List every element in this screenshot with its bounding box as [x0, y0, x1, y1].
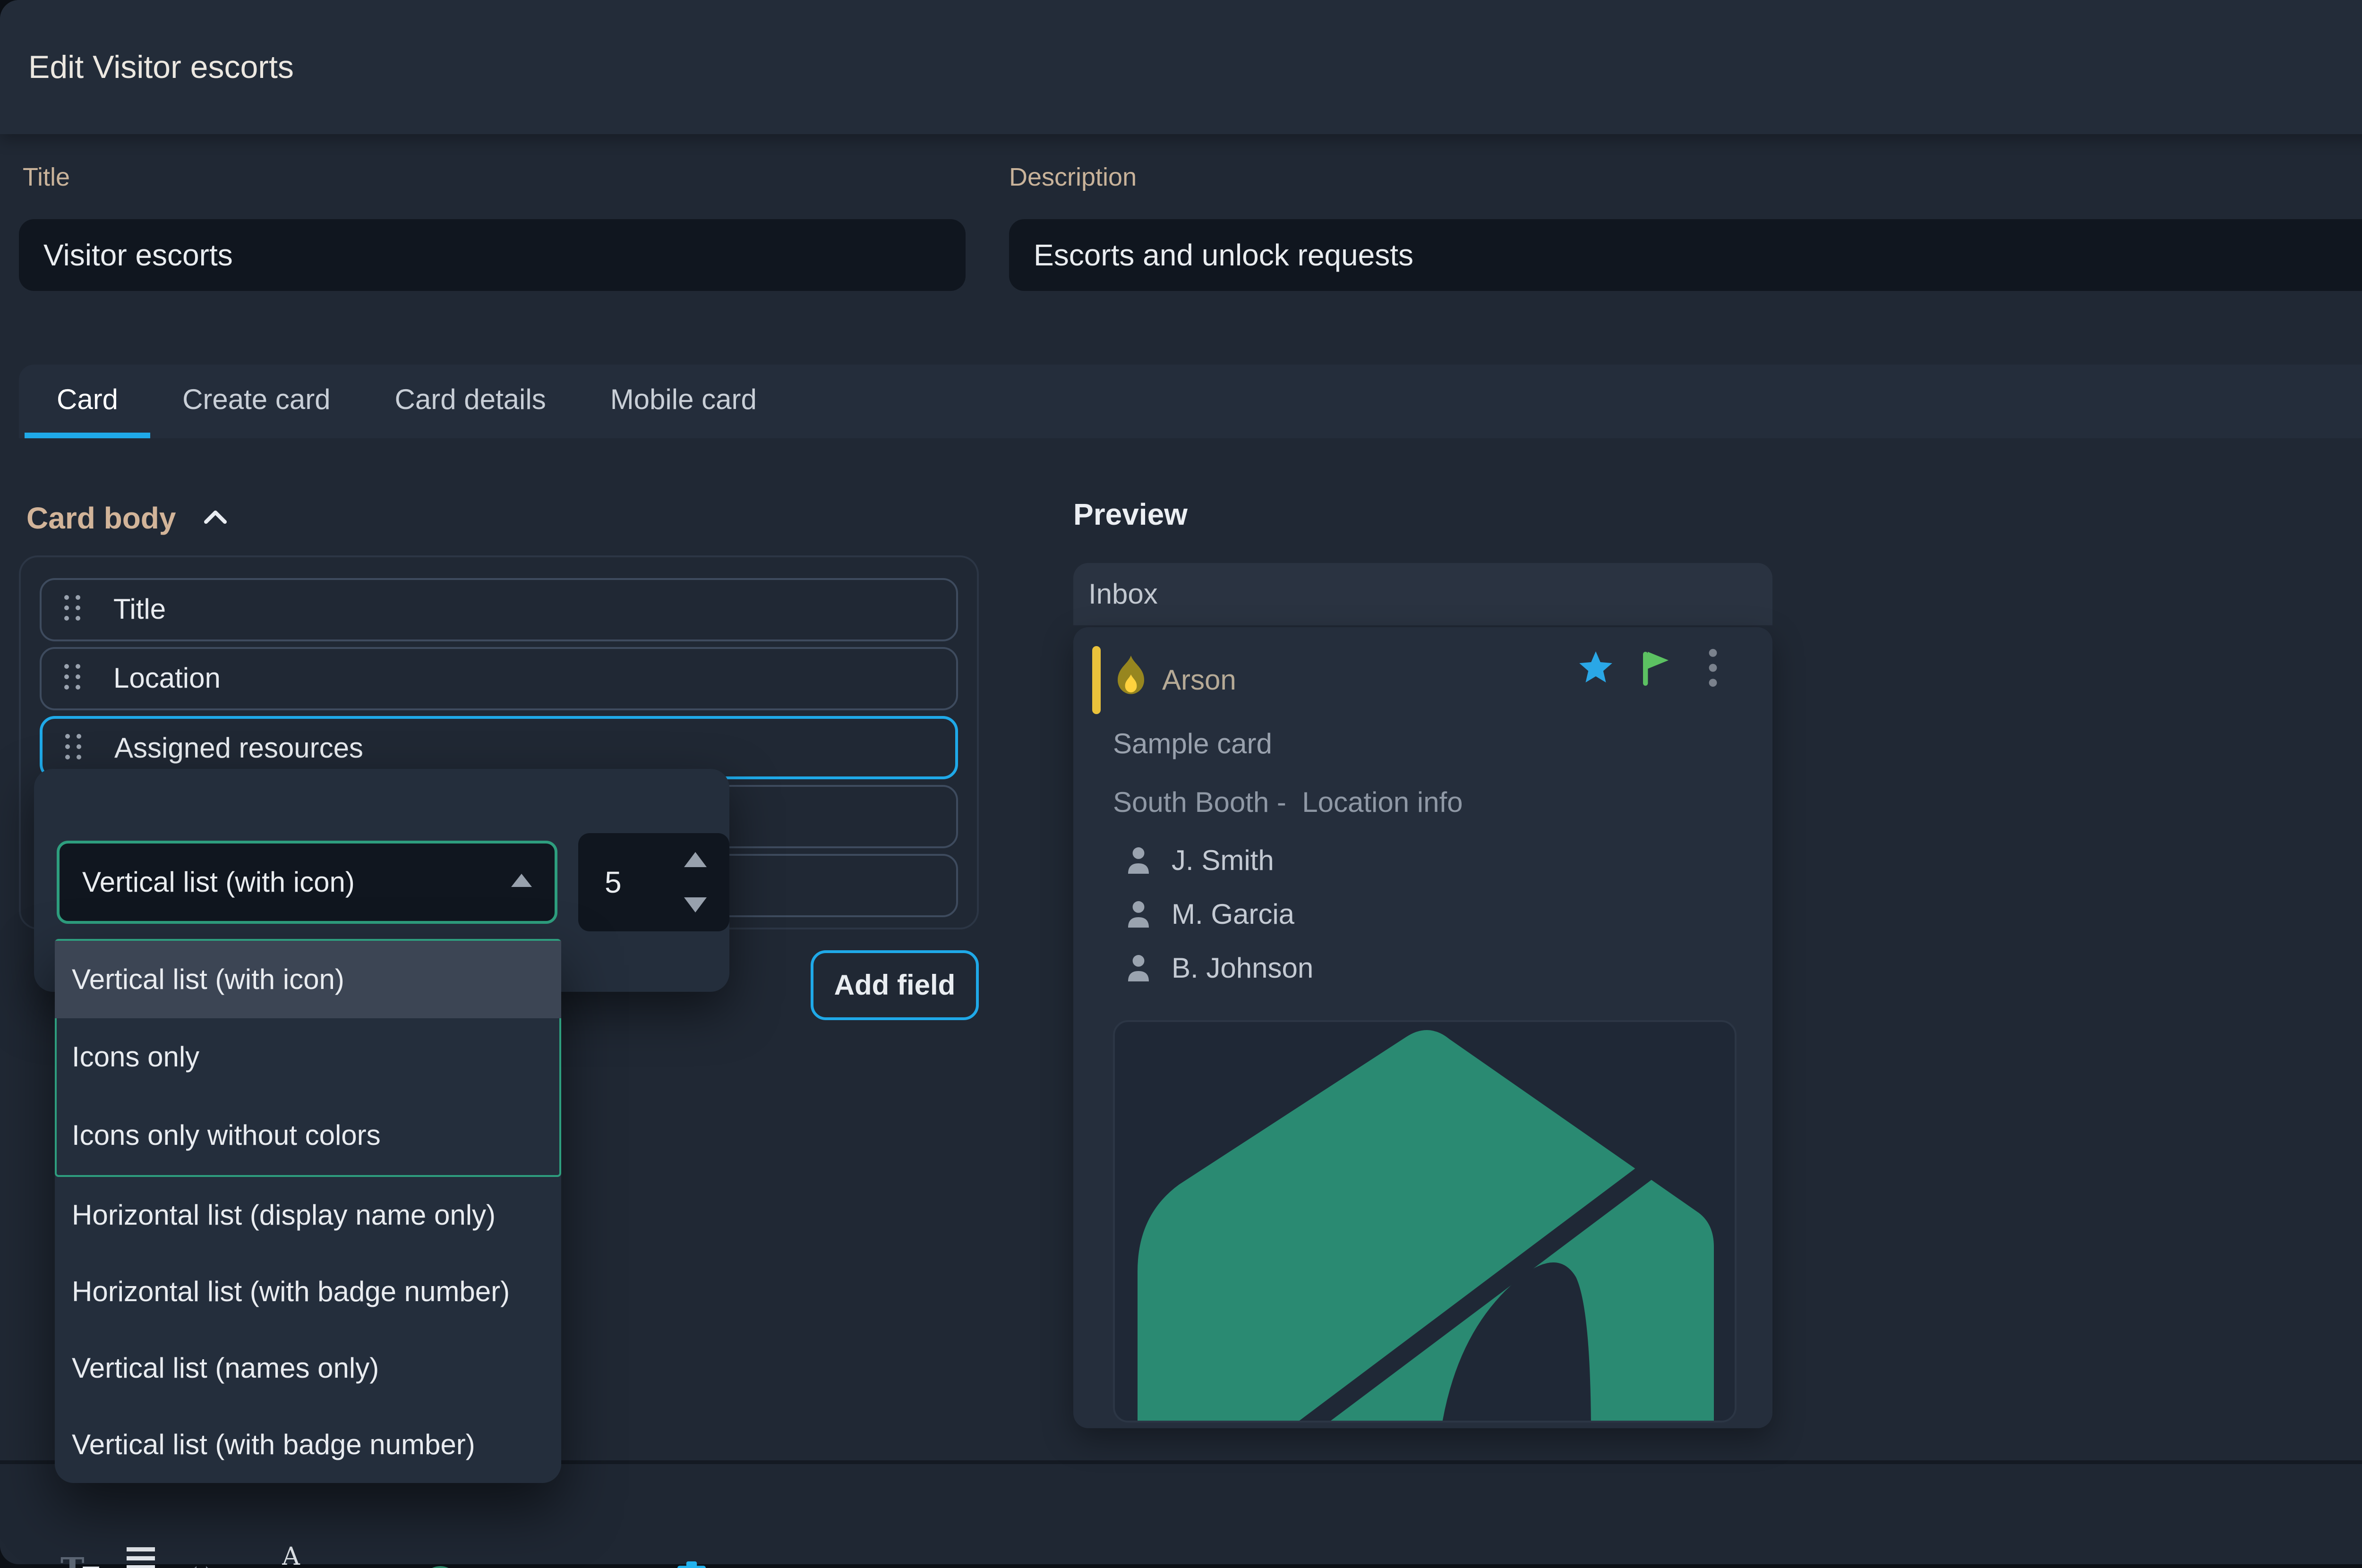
flag-icon[interactable] [1640, 650, 1670, 693]
trash-icon[interactable] [675, 1560, 709, 1568]
title-label: Title [23, 162, 70, 192]
modal-title: Edit Visitor escorts [28, 0, 294, 134]
assigned-person-row: M. Garcia [1126, 898, 1731, 932]
person-icon [1126, 954, 1151, 982]
display-mode-value: Vertical list (with icon) [82, 844, 355, 921]
preview-card-title: Sample card [1113, 727, 1272, 760]
tab-create-card[interactable]: Create card [150, 365, 362, 438]
field-row-location[interactable]: Location [40, 647, 958, 710]
person-name: J. Smith [1172, 844, 1274, 877]
kebab-menu-icon[interactable] [1708, 648, 1718, 695]
modal-header: Edit Visitor escorts ✕ [0, 0, 2362, 134]
option-horizontal-list-badge-number[interactable]: Horizontal list (with badge number) [55, 1253, 561, 1330]
option-icons-only-without-colors[interactable]: Icons only without colors [55, 1096, 561, 1175]
chevron-up-icon [203, 497, 228, 532]
line-spacing-icon[interactable] [127, 1547, 155, 1568]
option-vertical-list-badge-number[interactable]: Vertical list (with badge number) [55, 1406, 561, 1483]
person-icon [1126, 900, 1151, 929]
tab-card[interactable]: Card [25, 365, 150, 438]
category-color-bar [1092, 646, 1101, 714]
card-body-heading-label: Card body [26, 501, 176, 535]
card-body-heading[interactable]: Card body [26, 497, 228, 536]
option-vertical-list-names-only[interactable]: Vertical list (names only) [55, 1330, 561, 1406]
option-icons-only[interactable]: Icons only [55, 1018, 561, 1096]
font-size-icon[interactable]: TT [60, 1547, 99, 1568]
flame-icon [1113, 656, 1149, 708]
field-width-icon[interactable] [183, 1555, 219, 1568]
person-icon [1126, 846, 1151, 875]
assigned-person-row: J. Smith [1126, 844, 1731, 878]
option-vertical-list-with-icon[interactable]: Vertical list (with icon) [55, 941, 561, 1018]
count-stepper[interactable]: 5 [578, 833, 729, 931]
add-field-button[interactable]: Add field [811, 950, 979, 1020]
display-mode-dropdown: Vertical list (with icon) Icons only Ico… [55, 939, 561, 1483]
field-row-title[interactable]: Title [40, 578, 958, 641]
inbox-label: Inbox [1088, 563, 1158, 625]
tab-mobile-card[interactable]: Mobile card [578, 365, 789, 438]
display-mode-select[interactable]: Vertical list (with icon) [57, 841, 557, 924]
screen: Edit Visitor escorts ✕ Title Visitor esc… [0, 0, 2362, 1568]
description-input[interactable]: Escorts and unlock requests [1009, 219, 2362, 291]
stepper-down-icon[interactable] [684, 897, 707, 912]
person-name: M. Garcia [1172, 898, 1294, 930]
title-input[interactable]: Visitor escorts [19, 219, 966, 291]
drag-handle-icon[interactable] [65, 734, 82, 762]
count-badge: 3 [421, 1566, 459, 1568]
logo-mark-icon [1126, 1026, 1727, 1423]
category-label: Arson [1162, 646, 1236, 714]
drag-handle-icon[interactable] [64, 595, 81, 623]
stepper-up-icon[interactable] [684, 852, 707, 867]
tab-bar: Card Create card Card details Mobile car… [19, 365, 2362, 438]
edit-card-modal: Edit Visitor escorts ✕ Title Visitor esc… [0, 0, 2362, 1564]
caret-up-icon [511, 874, 532, 887]
tab-card-details[interactable]: Card details [363, 365, 578, 438]
description-label: Description [1009, 162, 1137, 192]
preview-inbox-bar: Inbox [1073, 563, 1772, 625]
assigned-person-row: B. Johnson [1126, 952, 1731, 986]
option-horizontal-list-display-name[interactable]: Horizontal list (display name only) [55, 1177, 561, 1253]
preview-card-subtitle: South Booth - Location info [1113, 786, 1463, 818]
preview-heading: Preview [1073, 497, 1188, 532]
font-underline-icon[interactable]: A [276, 1545, 306, 1568]
count-value: 5 [605, 833, 622, 931]
drag-handle-icon[interactable] [64, 664, 81, 692]
field-row-label: Location [113, 649, 221, 707]
preview-card-image [1113, 1020, 1737, 1423]
star-icon[interactable] [1578, 650, 1614, 693]
preview-card: Arson Sample card South Booth - Location… [1073, 627, 1772, 1428]
field-row-label: Title [113, 580, 166, 639]
person-name: B. Johnson [1172, 952, 1313, 984]
